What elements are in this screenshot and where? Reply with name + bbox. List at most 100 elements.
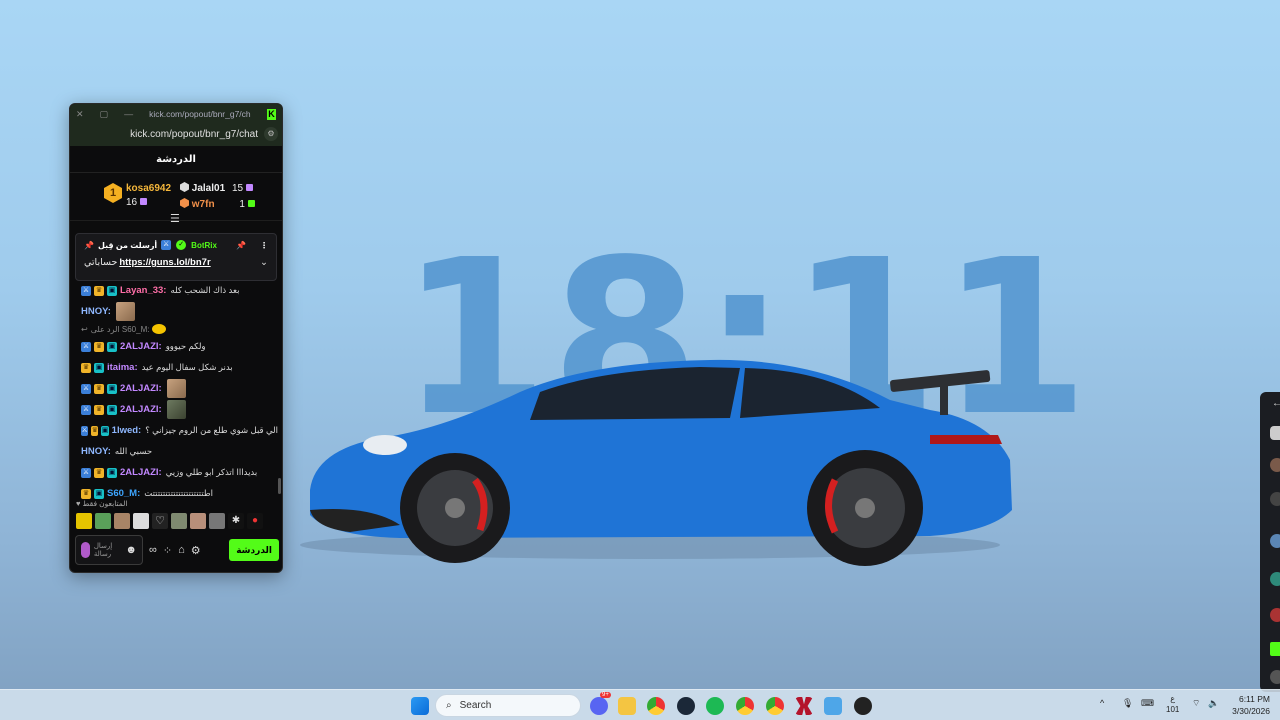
- file-explorer-icon[interactable]: [618, 697, 636, 715]
- send-chat-button[interactable]: الدردشة: [229, 539, 279, 561]
- emote-image[interactable]: ✱: [228, 513, 244, 529]
- emote-image: [166, 379, 186, 398]
- sub-badge-icon: ▣: [107, 467, 117, 478]
- more-options-icon[interactable]: ⋮: [260, 241, 268, 250]
- reply-label[interactable]: الرد على S60_M:: [91, 325, 150, 334]
- crown-badge-icon: ♛: [94, 285, 104, 296]
- message-username[interactable]: HNOY:: [81, 306, 111, 317]
- site-settings-icon[interactable]: ⚙: [264, 127, 278, 141]
- infinity-icon[interactable]: ∞: [149, 544, 157, 556]
- emote-image[interactable]: ●: [247, 513, 263, 529]
- minimize-window-button[interactable]: —: [124, 109, 133, 119]
- bits-icon[interactable]: ⁘: [163, 544, 172, 557]
- avatar[interactable]: [1270, 534, 1280, 548]
- chat-message: HNOY: حسبي الله: [81, 441, 278, 462]
- notification-badge: 9+: [600, 692, 611, 698]
- panel-item[interactable]: [1270, 426, 1280, 440]
- leader-1[interactable]: 1: [104, 183, 122, 203]
- sword-badge-icon: ⚔: [81, 404, 91, 415]
- emote-image[interactable]: [95, 513, 111, 529]
- leader-count: 1: [239, 199, 245, 210]
- message-text: بديدااا اتذكر ابو طلي وزيي: [165, 467, 258, 477]
- message-username[interactable]: 1lwed:: [112, 425, 142, 436]
- chrome-icon[interactable]: [647, 697, 665, 715]
- avatar[interactable]: [1270, 608, 1280, 622]
- leader-name[interactable]: w7fn: [192, 199, 215, 210]
- store-icon[interactable]: ⌂: [178, 544, 185, 556]
- wifi-icon[interactable]: ⌔: [1192, 698, 1200, 709]
- message-text: بعد ذاك الشحب كله: [170, 285, 240, 295]
- emote-image[interactable]: [171, 513, 187, 529]
- crown-badge-icon: ♛: [81, 362, 91, 373]
- avatar[interactable]: [1270, 670, 1280, 684]
- sub-badge-icon: ▣: [94, 362, 104, 373]
- steam-icon[interactable]: [677, 697, 695, 715]
- crown-badge-icon: ♛: [94, 341, 104, 352]
- clock-time: 6:11 PM: [1238, 694, 1270, 704]
- gift-icon: [247, 200, 255, 207]
- message-username[interactable]: S60_M:: [107, 488, 140, 499]
- avatar[interactable]: [1270, 492, 1280, 506]
- message-username[interactable]: 2ALJAZI:: [120, 404, 162, 415]
- microphone-icon[interactable]: 🎙: [1122, 698, 1133, 709]
- maximize-window-button[interactable]: ▢: [100, 109, 109, 120]
- settings-gear-icon[interactable]: ⚙: [191, 544, 201, 557]
- message-username[interactable]: HNOY:: [81, 446, 111, 457]
- message-username[interactable]: 2ALJAZI:: [120, 341, 162, 352]
- message-username[interactable]: itaima:: [107, 362, 138, 373]
- chrome-icon[interactable]: [766, 697, 784, 715]
- sword-badge-icon: ⚔: [81, 425, 89, 436]
- chat-heading: الدردشة: [70, 146, 282, 173]
- emote-image: [115, 302, 135, 321]
- leader-name[interactable]: kosa6942: [126, 183, 171, 194]
- app-x-icon[interactable]: [795, 697, 813, 715]
- message-input[interactable]: إرسال رسالة ☻: [75, 535, 143, 565]
- pinned-link[interactable]: https://guns.lol/bn7r: [119, 257, 210, 268]
- chat-input-row: إرسال رسالة ☻ ∞ ⁘ ⌂ ⚙ الدردشة: [75, 534, 279, 566]
- taskbar-search[interactable]: ⌕ Search: [435, 694, 581, 717]
- message-text: اطتتتتتتتتتتتتتتتتتتتتت: [144, 488, 214, 498]
- windows-start-icon[interactable]: [411, 697, 429, 715]
- gift-icon: [139, 198, 147, 205]
- chat-message: HNOY:: [81, 301, 278, 322]
- emote-image[interactable]: [114, 513, 130, 529]
- discord-icon[interactable]: [590, 697, 608, 715]
- back-arrow-icon[interactable]: ←: [1272, 398, 1280, 409]
- emote-image[interactable]: [209, 513, 225, 529]
- app-icon[interactable]: [854, 697, 872, 715]
- filter-icon[interactable]: ☰: [170, 214, 180, 225]
- volume-icon[interactable]: 🔈: [1208, 698, 1219, 709]
- avatar[interactable]: [1270, 572, 1280, 586]
- spotify-icon[interactable]: [706, 697, 724, 715]
- emote-image[interactable]: [133, 513, 149, 529]
- heart-outline-emote-icon[interactable]: ♡: [152, 513, 168, 529]
- car-wallpaper-image: [300, 359, 1012, 566]
- expand-chevron-icon[interactable]: ⌄: [260, 257, 268, 268]
- app-icon[interactable]: [824, 697, 842, 715]
- emote-image: [166, 400, 186, 419]
- pinned-user[interactable]: BotRix: [191, 241, 217, 250]
- leader-name[interactable]: Jalal01: [192, 183, 225, 194]
- taskbar-clock[interactable]: 6:11 PM 3/30/2026: [1228, 693, 1270, 717]
- message-username[interactable]: Layan_33:: [120, 285, 166, 296]
- tray-overflow-icon[interactable]: ^: [1100, 698, 1104, 708]
- crown-badge-icon: ♛: [94, 404, 104, 415]
- chat-scrollbar[interactable]: [278, 478, 281, 494]
- language-indicator[interactable]: ع 101: [1166, 693, 1179, 715]
- sword-badge-icon: ⚔: [161, 240, 172, 250]
- keyboard-icon[interactable]: ⌨: [1141, 698, 1154, 709]
- chrome-icon[interactable]: [736, 697, 754, 715]
- message-username[interactable]: 2ALJAZI:: [120, 383, 162, 394]
- emote-image[interactable]: [190, 513, 206, 529]
- unpin-icon[interactable]: 📌: [236, 241, 246, 250]
- clock-date: 3/30/2026: [1232, 706, 1270, 716]
- leader-count: 15: [231, 183, 244, 194]
- message-username[interactable]: 2ALJAZI:: [120, 467, 162, 478]
- chat-message: ⚔ ♛ ▣ 2ALJAZI: بديدااا اتذكر ابو طلي وزيي: [81, 462, 278, 483]
- close-window-button[interactable]: ✕: [76, 109, 84, 120]
- url-text[interactable]: kick.com/popout/bnr_g7/chat: [130, 129, 258, 140]
- avatar[interactable]: [1270, 458, 1280, 472]
- avatar[interactable]: [1270, 642, 1280, 656]
- emoji-picker-icon[interactable]: ☻: [125, 544, 137, 556]
- emote-image[interactable]: [76, 513, 92, 529]
